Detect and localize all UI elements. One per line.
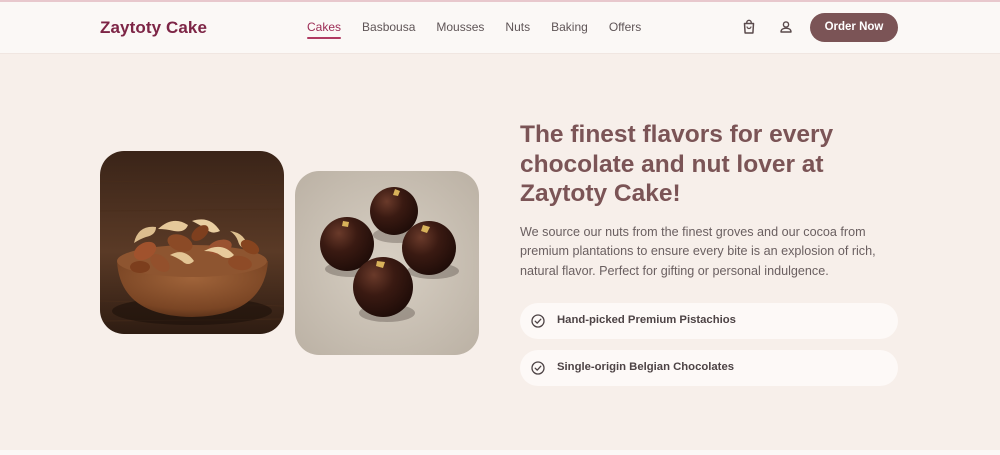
check-circle-icon [531, 361, 545, 375]
hero-headline: The finest flavors for every chocolate a… [520, 121, 834, 207]
feature-label: Single-origin Belgian Chocolates [557, 361, 735, 373]
site-header: Zaytoty Cake Cakes Basbousa Mousses Nuts… [0, 2, 1000, 54]
order-now-button[interactable]: Order Now [810, 13, 898, 42]
chocolate-truffles-photo [295, 171, 479, 355]
nav-link-nuts[interactable]: Nuts [505, 20, 530, 34]
hero-description: We source our nuts from the finest grove… [520, 225, 876, 278]
bottom-border [0, 450, 1000, 455]
main-nav: Cakes Basbousa Mousses Nuts Baking Offer… [307, 20, 662, 39]
nav-link-mousses[interactable]: Mousses [436, 20, 484, 34]
brand-logo[interactable]: Zaytoty Cake [100, 18, 207, 38]
mixed-nuts-bowl-photo [100, 151, 284, 334]
nav-link-baking[interactable]: Baking [551, 20, 588, 34]
feature-item: Single-origin Belgian Chocolates [520, 350, 898, 386]
nav-link-basbousa[interactable]: Basbousa [362, 20, 415, 34]
feature-item: Hand-picked Premium Pistachios [520, 303, 898, 339]
check-circle-icon [531, 314, 545, 328]
feature-label: Hand-picked Premium Pistachios [557, 314, 736, 326]
user-icon[interactable] [778, 19, 794, 35]
nav-link-cakes[interactable]: Cakes [307, 20, 342, 39]
shopping-bag-icon[interactable] [741, 19, 757, 35]
nav-link-offers[interactable]: Offers [609, 20, 641, 34]
